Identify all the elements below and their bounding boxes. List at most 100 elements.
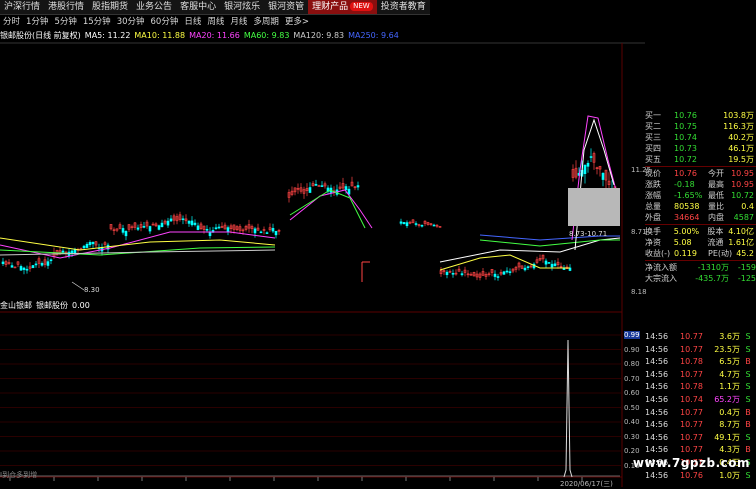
candle-body [601,172,605,180]
tick-row[interactable]: 14:56 10.76 1.0万 S [645,470,756,483]
indicator-legend-item: 0.00 [72,301,90,310]
candle-body [148,226,152,232]
bid-label: 买四 [645,144,661,153]
stat-label: 现价 [645,169,661,178]
bid-row[interactable]: 买五 10.72 19.5万 [645,154,756,165]
stat-value: 34664 [674,213,700,222]
candle-body [253,228,257,234]
stat-label: 总量 [645,202,661,211]
ma5-line-3 [439,237,621,263]
candle-body [217,226,221,229]
bid-row[interactable]: 买三 10.74 40.2万 [645,132,756,143]
tick-volume: 3.6万 [719,332,740,341]
indicator-axis-label: 0.30 [624,432,640,441]
candle-body [589,156,593,158]
tick-volume: 8.7万 [719,420,740,430]
stat-label-2: 今开 [708,169,724,178]
indicator-axis-label: 0.80 [624,360,640,368]
watermark: www.7gpzb.com [632,456,750,470]
tick-row[interactable]: 14:56 10.77 0.4万 B [645,407,756,420]
indicator-axis-label: 0.99 [624,331,640,339]
candle-body [25,268,29,271]
bid-row[interactable]: 买一 10.76 103.8万 [645,110,756,121]
tick-time: 14:56 [645,470,669,480]
candle-body [399,221,403,224]
candle-body [420,224,424,227]
tick-row[interactable]: 14:56 10.77 49.1万 S [645,432,756,445]
tick-volume: 6.5万 [719,357,740,367]
tick-time: 14:56 [645,432,669,442]
tick-time: 14:56 [645,369,669,379]
stat-label-2: 股本 [707,227,724,236]
stat-label: 涨幅 [645,191,661,200]
stat-value-2: 1.61亿 [728,238,754,247]
candle-body [308,187,312,193]
flow-value: -435.7万 [695,274,729,283]
candle-body [190,220,194,226]
bid-label: 买三 [645,133,661,142]
candle-body [496,276,500,278]
candle-body [550,263,554,268]
tick-row[interactable]: 14:56 10.78 6.5万 B [645,356,756,369]
bid-price: 10.75 [674,122,697,131]
candle-body [124,231,128,237]
stat-label-2: 最低 [708,191,724,200]
kline-chart[interactable] [0,0,645,487]
tick-row[interactable]: 14:56 10.77 8.7万 B [645,419,756,432]
stat-label: 净资 [645,238,661,247]
bottom-label: I到仓多到增 [0,471,38,479]
candle-body [344,186,348,191]
tick-price: 10.78 [680,382,703,392]
tick-row[interactable]: 14:56 10.78 1.1万 S [645,381,756,394]
tick-row[interactable]: 14:56 10.77 23.5万 S [645,344,756,357]
candle-body [226,227,230,233]
bottom-date: 2020/06/17(三) [560,480,613,488]
indicator-legend-item: 金山银邮 [0,301,32,310]
tick-price: 10.78 [680,357,703,367]
flow-row: 净流入额 -1310万 -159 [645,262,756,273]
candle-body [91,241,95,245]
candle-body [526,266,530,269]
tick-volume: 23.5万 [714,344,740,354]
bid-row[interactable]: 买二 10.75 116.3万 [645,121,756,132]
stat-value-2: 10.72 [731,191,754,200]
candle-body [274,230,278,236]
stat-label: 换手 [645,227,661,236]
tick-volume: 49.1万 [714,432,740,442]
stat-value-2: 10.95 [731,169,754,178]
candle-body [82,245,86,249]
stat-value-2: 10.95 [731,180,754,189]
candle-body [169,218,173,222]
tick-time: 14:56 [645,357,669,367]
stat-value: 0.119 [674,249,697,258]
stat-label-2: 内盘 [708,213,724,222]
candle-body [445,271,449,276]
candle-body [405,222,409,227]
flow-label: 净流入额 [645,263,677,272]
indicator-legend-item: 银邮股份 [36,301,68,310]
selection-box [568,188,620,226]
flow-value: -1310万 [697,263,729,272]
candle-body [205,228,209,231]
bid-volume: 116.3万 [723,122,754,131]
candle-body [1,261,5,265]
candle-body [460,273,464,276]
tick-row[interactable]: 14:56 10.74 65.2万 S [645,394,756,407]
tick-row[interactable]: 14:56 10.77 4.7万 S [645,369,756,382]
candle-body [505,270,509,273]
tick-side: S [745,470,751,480]
stat-label-2: 流通 [707,238,724,247]
tick-price: 10.76 [680,470,703,480]
candle-body [432,224,436,227]
candle-body [356,185,360,188]
candle-body [586,162,590,167]
low-price-annotation: 8.30 [84,286,100,294]
tick-time: 14:56 [645,407,669,417]
stat-label-2: 量比 [708,202,724,211]
tick-time: 14:56 [645,344,669,354]
indicator-legend-bar: 金山银邮 银邮股份 0.00 [0,300,94,312]
stat-value-2: 4.10亿 [728,227,754,236]
bid-row[interactable]: 买四 10.73 46.1万 [645,143,756,154]
tick-side: S [745,394,751,404]
tick-row[interactable]: 14:56 10.77 3.6万 S [645,331,756,344]
